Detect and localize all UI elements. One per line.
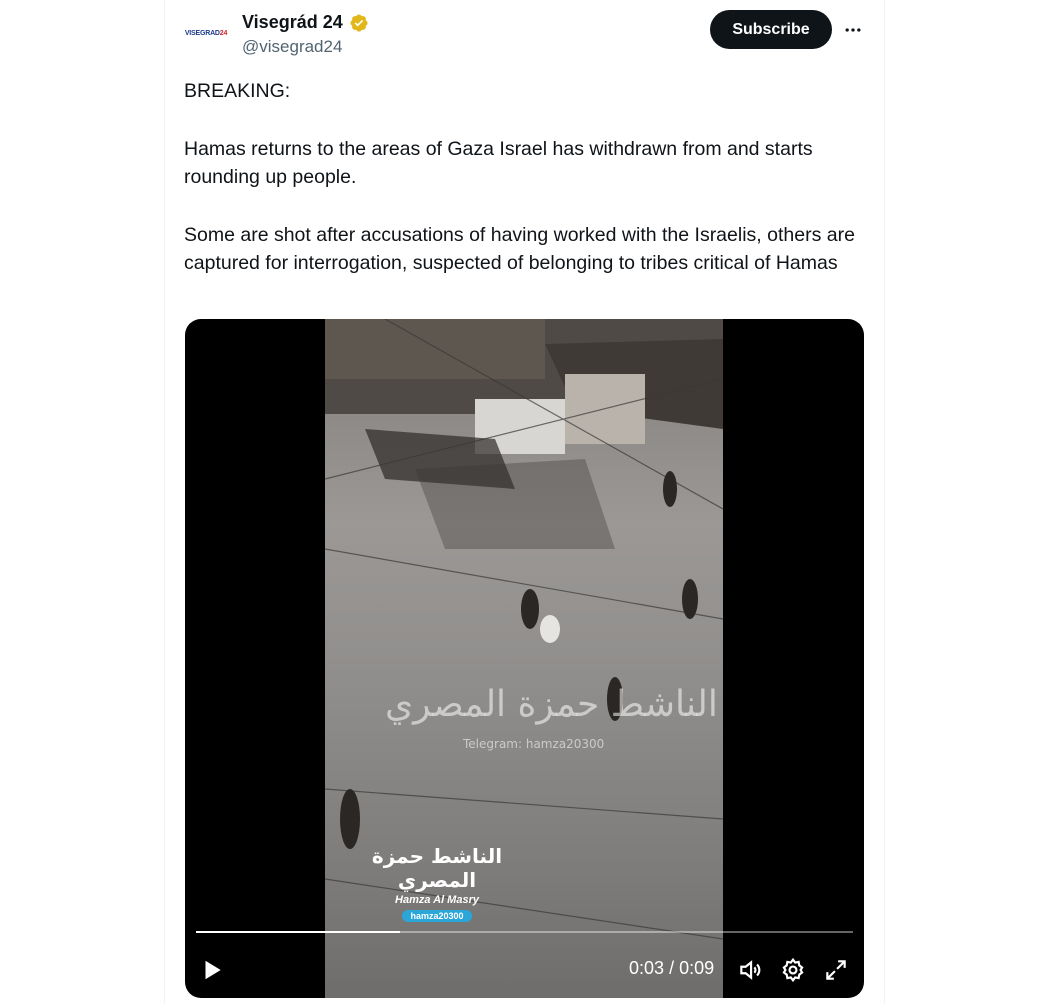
watermark-telegram: Telegram: hamza20300 [463,737,605,751]
author-display-name[interactable]: Visegrád 24 [242,12,343,33]
channel-logo-name: Hamza Al Masry [395,894,479,906]
tweet-paragraph-2: Hamas returns to the areas of Gaza Israe… [184,137,813,189]
watermark-arabic: الناشط حمزة المصري [385,684,718,725]
time-separator: / [669,958,675,978]
avatar[interactable]: VISEGRAD24 [184,11,228,55]
tweet-paragraph-3: Some are shot after accusations of havin… [184,223,855,275]
verified-badge-icon [350,13,368,32]
subscribe-button[interactable]: Subscribe [710,10,832,49]
play-icon [205,960,221,980]
tweet-text: BREAKING: Hamas returns to the areas of … [184,77,874,278]
duration: 0:09 [679,958,715,978]
video-progress-bar[interactable] [196,931,853,933]
video-frame: الناشط حمزة المصري Telegram: hamza20300 … [325,319,723,998]
settings-icon [782,957,804,983]
video-progress-fill [196,931,400,933]
volume-button[interactable] [737,957,763,983]
channel-logo: الناشط حمزة المصري Hamza Al Masry hamza2… [367,844,507,924]
channel-logo-handle: hamza20300 [402,910,472,922]
video-time: 0:03 / 0:09 [629,958,714,979]
settings-button[interactable] [780,957,806,983]
play-button[interactable] [199,957,225,983]
tweet-card: VISEGRAD24 Visegrád 24 @visegrad24 Subsc… [164,0,885,1004]
volume-icon [740,960,761,980]
channel-logo-arabic: الناشط حمزة المصري [371,844,503,892]
more-horizontal-icon [845,28,861,32]
fullscreen-icon [826,960,846,980]
avatar-logo-text: VISEGRAD24 [184,29,228,37]
tweet-line-breaking: BREAKING: [184,80,291,102]
fullscreen-button[interactable] [823,957,849,983]
video-player[interactable]: الناشط حمزة المصري Telegram: hamza20300 … [185,319,864,998]
author-handle[interactable]: @visegrad24 [242,37,342,57]
current-time: 0:03 [629,958,665,978]
author-name-row: Visegrád 24 [242,12,369,33]
more-options-button[interactable] [837,14,869,46]
